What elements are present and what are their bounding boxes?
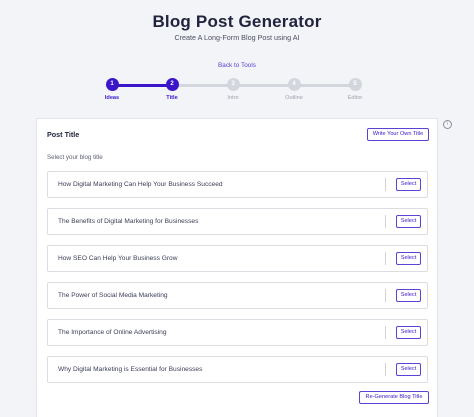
regenerate-title-button[interactable]: Re-Generate Blog Title: [359, 391, 429, 404]
row-divider: [385, 326, 386, 339]
select-button[interactable]: Select: [396, 252, 421, 265]
post-title-card: Post Title Write Your Own Title Select y…: [36, 118, 438, 417]
step-number: 4: [287, 78, 301, 91]
step-label: Outline: [285, 95, 303, 101]
title-option-text: The Importance of Online Advertising: [58, 329, 167, 336]
select-button[interactable]: Select: [396, 289, 421, 302]
select-button[interactable]: Select: [396, 215, 421, 228]
stepper-line-2: [172, 84, 355, 87]
select-button[interactable]: Select: [396, 178, 421, 191]
step-label: Title: [166, 95, 178, 101]
step-title[interactable]: 2 Title: [152, 78, 192, 101]
step-label: Intro: [227, 95, 239, 101]
row-divider: [385, 252, 386, 265]
progress-stepper: 1 Ideas 2 Title 3 Intro 4 Outline 5 Edit…: [0, 78, 474, 108]
title-option-row: How SEO Can Help Your Business Grow Sele…: [47, 245, 428, 272]
select-button[interactable]: Select: [396, 363, 421, 376]
step-number: 5: [348, 78, 362, 91]
title-option-row: Why Digital Marketing is Essential for B…: [47, 356, 428, 383]
card-title: Post Title: [47, 130, 80, 139]
title-option-row: The Power of Social Media Marketing Sele…: [47, 282, 428, 309]
title-option-row: The Importance of Online Advertising Sel…: [47, 319, 428, 346]
page-title: Blog Post Generator: [152, 12, 322, 31]
title-option-text: Why Digital Marketing is Essential for B…: [58, 366, 203, 373]
title-option-text: The Power of Social Media Marketing: [58, 292, 168, 299]
step-label: Ideas: [104, 95, 120, 101]
title-option-row: How Digital Marketing Can Help Your Busi…: [47, 171, 428, 198]
row-divider: [385, 178, 386, 191]
step-intro[interactable]: 3 Intro: [213, 78, 253, 101]
step-editor[interactable]: 5 Editor: [335, 78, 375, 101]
row-divider: [385, 215, 386, 228]
title-option-text: How SEO Can Help Your Business Grow: [58, 255, 178, 262]
select-button[interactable]: Select: [396, 326, 421, 339]
row-divider: [385, 289, 386, 302]
step-ideas[interactable]: 1 Ideas: [92, 78, 132, 101]
title-option-row: The Benefits of Digital Marketing for Bu…: [47, 208, 428, 235]
info-icon[interactable]: i: [443, 120, 452, 129]
select-prompt: Select your blog title: [47, 154, 103, 161]
title-option-text: How Digital Marketing Can Help Your Busi…: [58, 181, 223, 188]
back-to-tools-link[interactable]: Back to Tools: [0, 62, 474, 69]
step-number: 1: [105, 78, 119, 91]
step-number: 3: [226, 78, 240, 91]
step-outline[interactable]: 4 Outline: [274, 78, 314, 101]
row-divider: [385, 363, 386, 376]
write-your-own-title-button[interactable]: Write Your Own Title: [367, 128, 429, 141]
step-number: 2: [165, 78, 179, 91]
step-label: Editor: [347, 95, 363, 101]
page-subtitle: Create A Long-Form Blog Post using AI: [174, 33, 300, 42]
title-option-text: The Benefits of Digital Marketing for Bu…: [58, 218, 199, 225]
